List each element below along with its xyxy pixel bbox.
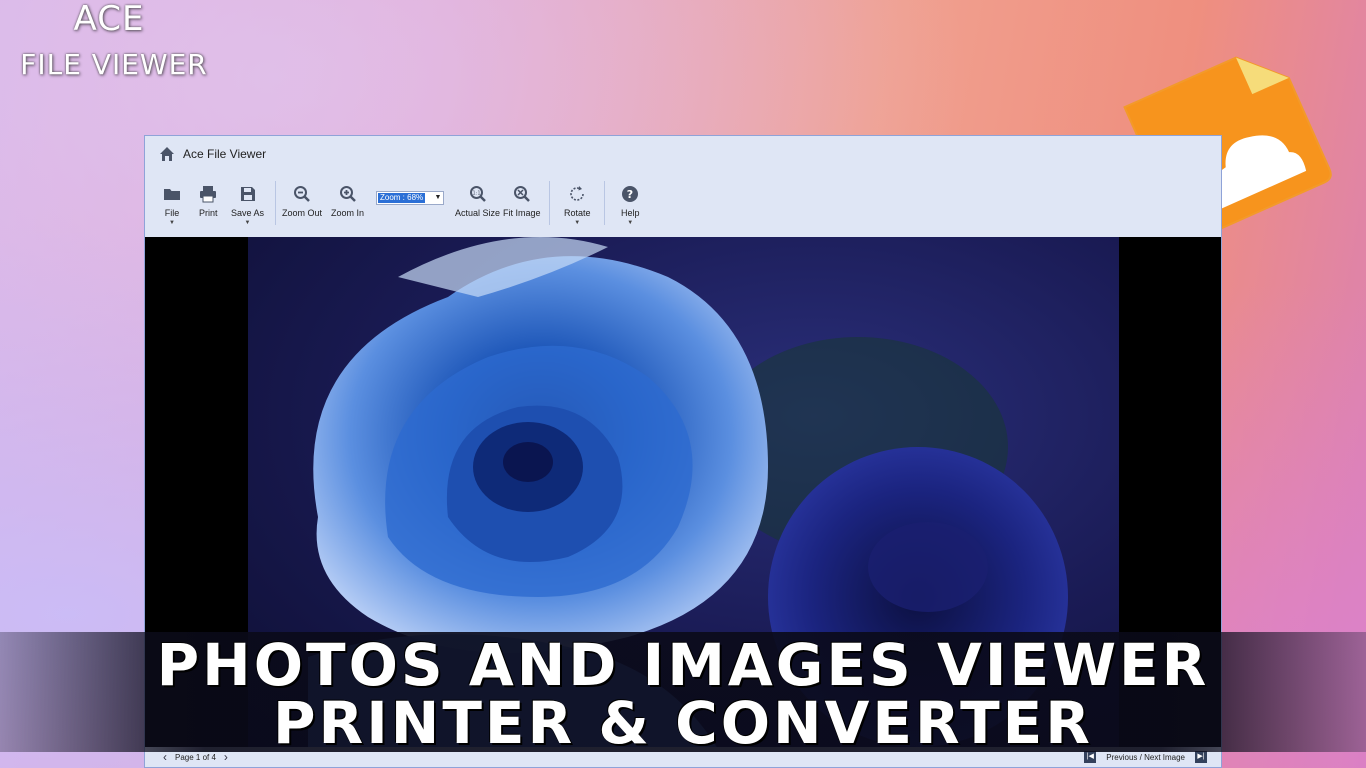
page-indicator: Page 1 of 4 bbox=[175, 752, 216, 762]
window-title: Ace File Viewer bbox=[183, 146, 267, 161]
toolbar-separator bbox=[549, 181, 550, 225]
fit-image-icon bbox=[513, 186, 530, 202]
next-page-icon[interactable]: › bbox=[224, 751, 228, 763]
zoom-out-button[interactable]: Zoom Out bbox=[282, 185, 322, 218]
file-dropdown-icon[interactable]: ▼ bbox=[169, 220, 175, 226]
file-label: File bbox=[164, 208, 180, 218]
folder-icon bbox=[164, 189, 180, 200]
help-dropdown-icon[interactable]: ▼ bbox=[627, 220, 633, 226]
print-label: Print bbox=[199, 208, 218, 218]
image-nav-label: Previous / Next Image bbox=[1106, 752, 1185, 762]
page-navigation: ‹ Page 1 of 4 › bbox=[163, 751, 228, 763]
next-image-icon[interactable]: ▶| bbox=[1195, 751, 1207, 763]
zoom-in-icon bbox=[339, 186, 356, 202]
rotate-button[interactable]: Rotate ▼ bbox=[564, 185, 591, 226]
headline-line-1: PHOTOS AND IMAGES VIEWER bbox=[156, 631, 1210, 699]
image-navigation: |◀ Previous / Next Image ▶| bbox=[1084, 751, 1207, 763]
toolbar-separator bbox=[275, 181, 276, 225]
save-as-label: Save As bbox=[231, 208, 265, 218]
toolbar: File ▼ Print Save As ▼ Zoom Out Zoom In … bbox=[145, 171, 1221, 238]
zoom-in-button[interactable]: Zoom In bbox=[331, 185, 364, 218]
svg-text:?: ? bbox=[627, 188, 633, 201]
save-as-button[interactable]: Save As ▼ bbox=[231, 185, 264, 226]
print-button[interactable]: Print bbox=[199, 185, 218, 218]
save-icon bbox=[240, 187, 255, 201]
file-button[interactable]: File ▼ bbox=[163, 185, 181, 226]
zoom-dropdown-icon[interactable]: ▼ bbox=[433, 192, 443, 204]
fit-image-label: Fit Image bbox=[503, 208, 541, 218]
zoom-out-icon bbox=[294, 186, 310, 202]
previous-page-icon[interactable]: ‹ bbox=[163, 751, 167, 763]
headline: PHOTOS AND IMAGES VIEWER PRINTER & CONVE… bbox=[0, 636, 1366, 752]
brand-line-2: FILE VIEWER bbox=[20, 48, 208, 81]
save-as-dropdown-icon[interactable]: ▼ bbox=[245, 220, 251, 226]
zoom-value: Zoom : 68% bbox=[378, 193, 426, 203]
svg-text:1:1: 1:1 bbox=[472, 191, 480, 197]
zoom-select[interactable]: Zoom : 68% ▼ bbox=[376, 191, 444, 205]
actual-size-button[interactable]: 1:1 Actual Size bbox=[455, 185, 500, 218]
rotate-icon bbox=[570, 186, 585, 201]
actual-size-icon: 1:1 bbox=[469, 186, 486, 202]
brand-title: ACE FILE VIEWER bbox=[4, 2, 224, 79]
actual-size-label: Actual Size bbox=[455, 208, 501, 218]
home-icon[interactable] bbox=[159, 146, 175, 162]
help-icon: ? bbox=[622, 186, 639, 202]
headline-line-2: PRINTER & CONVERTER bbox=[273, 689, 1093, 757]
brand-line-1: ACE bbox=[73, 0, 145, 39]
help-button[interactable]: ? Help ▼ bbox=[621, 185, 640, 226]
zoom-out-label: Zoom Out bbox=[282, 208, 323, 218]
help-label: Help bbox=[621, 208, 640, 218]
toolbar-separator bbox=[604, 181, 605, 225]
title-bar: Ace File Viewer bbox=[145, 136, 1221, 171]
fit-image-button[interactable]: Fit Image bbox=[503, 185, 541, 218]
zoom-in-label: Zoom In bbox=[331, 208, 365, 218]
printer-icon bbox=[200, 186, 217, 203]
rotate-label: Rotate bbox=[564, 208, 591, 218]
rotate-dropdown-icon[interactable]: ▼ bbox=[574, 220, 580, 226]
